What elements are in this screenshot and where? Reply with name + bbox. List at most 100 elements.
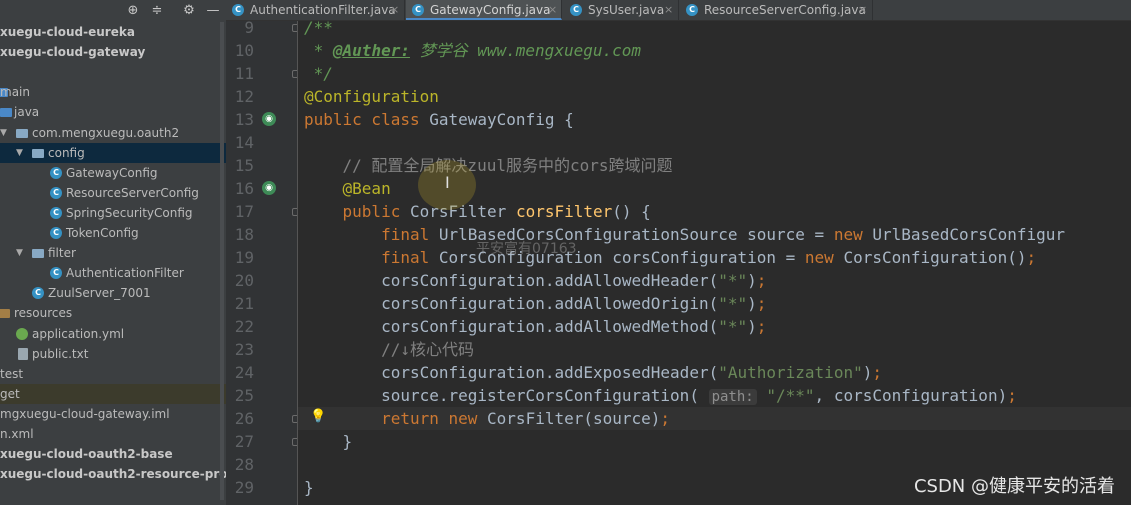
tree-item[interactable]: test bbox=[0, 364, 226, 384]
code-line[interactable]: @Bean bbox=[304, 177, 391, 200]
video-watermark: 平安富有07163 bbox=[476, 241, 577, 257]
sidebar-scrollbar[interactable] bbox=[220, 22, 224, 500]
tree-item-label: xuegu-cloud-oauth2-base bbox=[0, 447, 173, 462]
close-icon[interactable]: × bbox=[548, 0, 557, 20]
tree-item-label: AuthenticationFilter bbox=[66, 266, 184, 281]
tree-item[interactable]: xuegu-cloud-gateway bbox=[0, 42, 226, 62]
line-number: 15 bbox=[234, 156, 254, 175]
tree-item[interactable]: C AuthenticationFilter bbox=[0, 263, 226, 283]
lightbulb-icon[interactable]: 💡 bbox=[310, 409, 326, 424]
tree-item[interactable] bbox=[0, 62, 226, 82]
tab-label: AuthenticationFilter.java bbox=[250, 3, 396, 17]
folder-icon bbox=[32, 249, 44, 259]
project-sidebar: ⊕ ≑ ⚙ — xuegu-cloud-eureka xuegu-cloud-ga… bbox=[0, 0, 226, 505]
tree-item[interactable]: get bbox=[0, 383, 226, 404]
code-line[interactable]: source.registerCorsConfiguration( path: … bbox=[304, 384, 1017, 407]
editor-tab[interactable]: C SysUser.java × bbox=[564, 0, 679, 20]
tree-item[interactable]: ▼ config bbox=[0, 142, 226, 163]
code-line[interactable]: /** bbox=[304, 21, 333, 39]
tree-item[interactable]: public.txt bbox=[0, 344, 226, 364]
code-line[interactable]: public CorsFilter corsFilter() { bbox=[304, 200, 651, 223]
tree-item[interactable]: ▼ filter bbox=[0, 243, 226, 263]
tab-label: GatewayConfig.java bbox=[430, 3, 551, 17]
tree-item-label: test bbox=[0, 366, 24, 381]
tree-item[interactable]: application.yml bbox=[0, 324, 226, 344]
tree-item[interactable]: ▼ com.mengxuegu.oauth2 bbox=[0, 123, 226, 143]
editor-tab[interactable]: C ResourceServerConfig.java × bbox=[680, 0, 873, 20]
line-number: 17 bbox=[234, 202, 254, 221]
code-line[interactable]: corsConfiguration.addAllowedOrigin("*"); bbox=[304, 292, 766, 315]
code-editor[interactable]: /** * @Auther: 梦学谷 www.mengxuegu.com */@… bbox=[298, 21, 1131, 505]
close-icon[interactable]: × bbox=[664, 0, 673, 20]
collapse-icon[interactable]: ≑ bbox=[148, 0, 166, 20]
code-line[interactable]: // 配置全局解决zuul服务中的cors跨域问题 bbox=[304, 154, 673, 177]
java-class-icon: C bbox=[232, 4, 244, 16]
line-number: 14 bbox=[234, 133, 254, 152]
gear-icon[interactable]: ⚙ bbox=[180, 0, 198, 20]
target-icon[interactable]: ⊕ bbox=[124, 0, 142, 20]
tree-item[interactable]: xuegu-cloud-oauth2-resource-product bbox=[0, 464, 226, 484]
tree-item[interactable]: xuegu-cloud-eureka bbox=[0, 22, 226, 42]
spring-bean-icon[interactable]: ◉ bbox=[262, 112, 276, 126]
expand-arrow-icon[interactable]: ▼ bbox=[16, 143, 23, 163]
code-line[interactable]: public class GatewayConfig { bbox=[304, 108, 574, 131]
expand-arrow-icon[interactable]: ▼ bbox=[0, 123, 7, 143]
tree-item-label: mgxuegu-cloud-gateway.iml bbox=[0, 406, 170, 421]
minimize-icon[interactable]: — bbox=[204, 0, 222, 20]
tree-item-label: xuegu-cloud-gateway bbox=[0, 45, 146, 60]
tree-item-label: application.yml bbox=[32, 326, 125, 341]
tree-item-label: GatewayConfig bbox=[66, 165, 158, 180]
tree-item[interactable]: n.xml bbox=[0, 424, 226, 444]
line-number: 13 bbox=[234, 110, 254, 129]
code-line[interactable]: * @Auther: 梦学谷 www.mengxuegu.com bbox=[304, 39, 641, 62]
code-line[interactable]: final CorsConfiguration corsConfiguratio… bbox=[304, 246, 1036, 269]
line-number: 16 bbox=[234, 179, 254, 198]
code-line[interactable]: corsConfiguration.addAllowedHeader("*"); bbox=[304, 269, 766, 292]
tree-item-label: TokenConfig bbox=[66, 226, 139, 240]
line-number: 9 bbox=[244, 18, 254, 37]
close-icon[interactable]: × bbox=[390, 0, 399, 20]
java-class-icon: C bbox=[50, 227, 62, 239]
tree-item[interactable]: java bbox=[0, 102, 226, 122]
java-class-icon: C bbox=[50, 166, 62, 179]
expand-arrow-icon[interactable]: ▼ bbox=[16, 243, 23, 263]
line-number: 29 bbox=[234, 478, 254, 497]
code-line[interactable]: corsConfiguration.addExposedHeader("Auth… bbox=[304, 361, 882, 384]
tree-item[interactable]: resources bbox=[0, 303, 226, 323]
tree-item[interactable]: C GatewayConfig bbox=[0, 163, 226, 183]
tree-item[interactable]: C ResourceServerConfig bbox=[0, 183, 226, 203]
tree-item-label: java bbox=[14, 105, 40, 120]
spring-bean-icon[interactable]: ◉ bbox=[262, 181, 276, 195]
code-line[interactable]: return new CorsFilter(source); bbox=[304, 407, 670, 430]
sidebar-toolbar: ⊕ ≑ ⚙ — bbox=[0, 0, 226, 20]
code-line[interactable]: } bbox=[304, 430, 353, 453]
tree-item[interactable]: main bbox=[0, 82, 226, 102]
code-line[interactable]: corsConfiguration.addAllowedMethod("*"); bbox=[304, 315, 766, 338]
code-line[interactable]: */ bbox=[304, 62, 333, 85]
code-line[interactable]: @Configuration bbox=[304, 85, 439, 108]
tree-item-label: filter bbox=[48, 246, 76, 261]
java-class-icon: C bbox=[686, 4, 698, 16]
code-line[interactable]: } bbox=[304, 476, 314, 499]
code-line[interactable]: final UrlBasedCorsConfigurationSource so… bbox=[304, 223, 1065, 246]
text-file-icon bbox=[18, 347, 28, 360]
parameter-hint: path: bbox=[708, 389, 757, 405]
tree-item[interactable]: C SpringSecurityConfig bbox=[0, 203, 226, 223]
editor-tab[interactable]: C GatewayConfig.java × bbox=[406, 0, 562, 20]
code-line[interactable]: //↓核心代码 bbox=[304, 338, 474, 361]
tree-item-label: main bbox=[0, 85, 30, 100]
tree-item-label: xuegu-cloud-oauth2-resource-product bbox=[0, 467, 226, 482]
tree-item[interactable]: C ZuulServer_7001 bbox=[0, 283, 226, 303]
line-number: 10 bbox=[234, 41, 254, 60]
tree-item-label: config bbox=[48, 145, 85, 160]
line-number: 18 bbox=[234, 225, 254, 244]
tree-item-label: com.mengxuegu.oauth2 bbox=[32, 125, 180, 140]
tree-item[interactable]: mgxuegu-cloud-gateway.iml bbox=[0, 404, 226, 424]
tree-item[interactable]: C TokenConfig bbox=[0, 223, 226, 243]
close-icon[interactable]: × bbox=[858, 0, 867, 20]
tree-item-label: get bbox=[0, 386, 20, 401]
line-number: 24 bbox=[234, 363, 254, 382]
tree-item[interactable]: xuegu-cloud-oauth2-base bbox=[0, 444, 226, 464]
line-number: 26 bbox=[234, 409, 254, 428]
tree-item-label: n.xml bbox=[0, 427, 34, 441]
